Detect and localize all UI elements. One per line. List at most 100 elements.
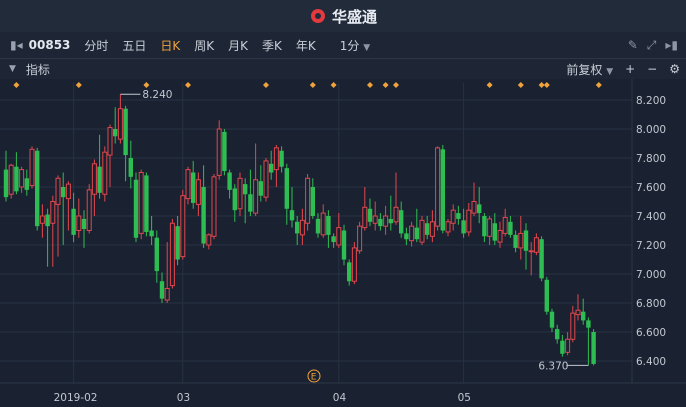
event-marker-icon[interactable]	[393, 82, 399, 88]
y-tick-label: 7.600	[636, 182, 666, 194]
earnings-event-label: E	[311, 373, 317, 383]
candle-body-down	[61, 187, 66, 198]
candle-body-up	[216, 128, 222, 176]
candle-body-down	[154, 237, 159, 272]
candle-body-down	[477, 204, 482, 214]
candle-body-up	[518, 232, 524, 249]
candle-body-up	[502, 216, 508, 234]
toolbar-tools: ✎ ⤢ ▸▮	[628, 32, 678, 58]
event-marker-icon[interactable]	[309, 82, 316, 88]
event-marker-icon[interactable]	[143, 82, 150, 88]
candle-body-up	[362, 206, 368, 229]
candle-body-down	[35, 150, 40, 227]
event-marker-icon[interactable]	[185, 82, 191, 88]
candle-body-down	[175, 226, 180, 260]
collapse-panel-icon[interactable]: ▮◂	[10, 38, 23, 52]
high-price-label: 8.240	[142, 89, 172, 101]
candle-body-down	[144, 175, 149, 232]
tab-period-4[interactable]: 月K	[228, 37, 248, 54]
indicator-bar: ▼ 指标 前复权 ▼ + − ⚙	[0, 59, 686, 79]
candle-body-up	[19, 169, 25, 188]
candle-body-down	[544, 279, 549, 312]
candle-body-up	[65, 183, 71, 200]
candle-body-up	[419, 219, 425, 243]
event-marker-icon[interactable]	[486, 82, 493, 88]
candle-body-up	[570, 312, 576, 340]
x-tick-label: 04	[333, 392, 347, 404]
draw-pen-icon[interactable]: ✎	[628, 38, 638, 52]
candle-body-up	[305, 177, 311, 224]
candle-body-down	[456, 213, 461, 219]
event-marker-icon[interactable]	[543, 82, 550, 88]
interval-select[interactable]: 1分 ▼	[340, 37, 370, 54]
event-marker-icon[interactable]	[263, 82, 269, 88]
candle-body-up	[107, 127, 113, 156]
candle-body-down	[399, 210, 404, 234]
candle-body-down	[388, 218, 393, 224]
candle-body-down	[3, 169, 9, 198]
candle-body-up	[320, 212, 326, 236]
adjust-select[interactable]: 前复权 ▼	[566, 61, 613, 78]
remove-indicator-icon[interactable]: −	[647, 62, 657, 76]
event-marker-icon[interactable]	[595, 82, 602, 88]
candle-body-up	[50, 201, 56, 224]
candle-body-up	[533, 237, 539, 253]
add-indicator-icon[interactable]: +	[625, 62, 635, 76]
candle-body-down	[45, 214, 50, 227]
event-marker-icon[interactable]	[517, 82, 524, 88]
y-tick-label: 7.200	[636, 240, 666, 252]
interval-value: 1分	[339, 38, 360, 53]
indicator-label[interactable]: 指标	[26, 61, 50, 78]
fullscreen-icon[interactable]: ⤢	[647, 38, 657, 53]
candle-body-down	[243, 184, 248, 195]
candle-body-down	[123, 108, 128, 156]
event-marker-icon[interactable]	[330, 82, 337, 88]
event-marker-icon[interactable]	[75, 82, 82, 88]
candle-body-down	[149, 230, 154, 237]
candle-body-down	[560, 340, 565, 354]
candle-body-down	[367, 208, 373, 222]
kline-chart[interactable]: 8.200 8.000 7.800 7.600 7.400 7.200 7.000 6.800…	[0, 79, 686, 407]
y-tick-label: 6.400	[636, 356, 666, 368]
tab-period-0[interactable]: 分时	[84, 37, 108, 54]
y-tick-label: 8.000	[636, 124, 666, 136]
candle-body-down	[326, 216, 331, 235]
event-marker-icon[interactable]	[13, 82, 20, 88]
expand-panel-icon[interactable]: ▸▮	[665, 38, 678, 52]
candle-body-down	[14, 166, 19, 192]
candle-body-down	[295, 221, 300, 234]
candle-body-up	[263, 160, 269, 198]
candle-body-down	[549, 311, 555, 328]
candle-body-down	[71, 208, 76, 235]
candle-body-up	[39, 215, 45, 224]
candle-body-up	[445, 221, 451, 233]
event-marker-icon[interactable]	[382, 82, 389, 88]
y-tick-label: 7.000	[636, 269, 666, 281]
tab-period-1[interactable]: 五日	[122, 37, 146, 54]
tab-period-5[interactable]: 季K	[262, 37, 282, 54]
logo-icon	[310, 9, 325, 23]
settings-gear-icon[interactable]: ⚙	[669, 62, 680, 76]
candle-body-down	[284, 168, 289, 209]
candle-body-up	[435, 147, 441, 227]
candle-body-down	[492, 223, 497, 241]
candle-body-up	[29, 148, 35, 187]
tab-period-3[interactable]: 周K	[194, 37, 214, 54]
stock-code: 00853	[28, 38, 71, 52]
candle-body-up	[55, 177, 61, 205]
chevron-down-icon: ▼	[363, 42, 371, 53]
indicator-toggle-icon[interactable]: ▼	[9, 64, 16, 74]
candle-body-down	[508, 221, 513, 235]
candle-body-up	[117, 108, 123, 140]
candle-body-up	[206, 234, 212, 246]
event-marker-icon[interactable]	[367, 82, 373, 88]
x-tick-label: 03	[177, 392, 190, 404]
tab-period-6[interactable]: 年K	[296, 37, 316, 54]
candle-body-down	[586, 320, 591, 328]
tab-period-2[interactable]: 日K	[160, 37, 180, 54]
event-marker-icon[interactable]	[538, 82, 545, 88]
candle-body-down	[440, 149, 445, 231]
candle-body-down	[97, 166, 102, 193]
adjust-value: 前复权	[566, 62, 603, 77]
candle-body-up	[383, 215, 389, 227]
